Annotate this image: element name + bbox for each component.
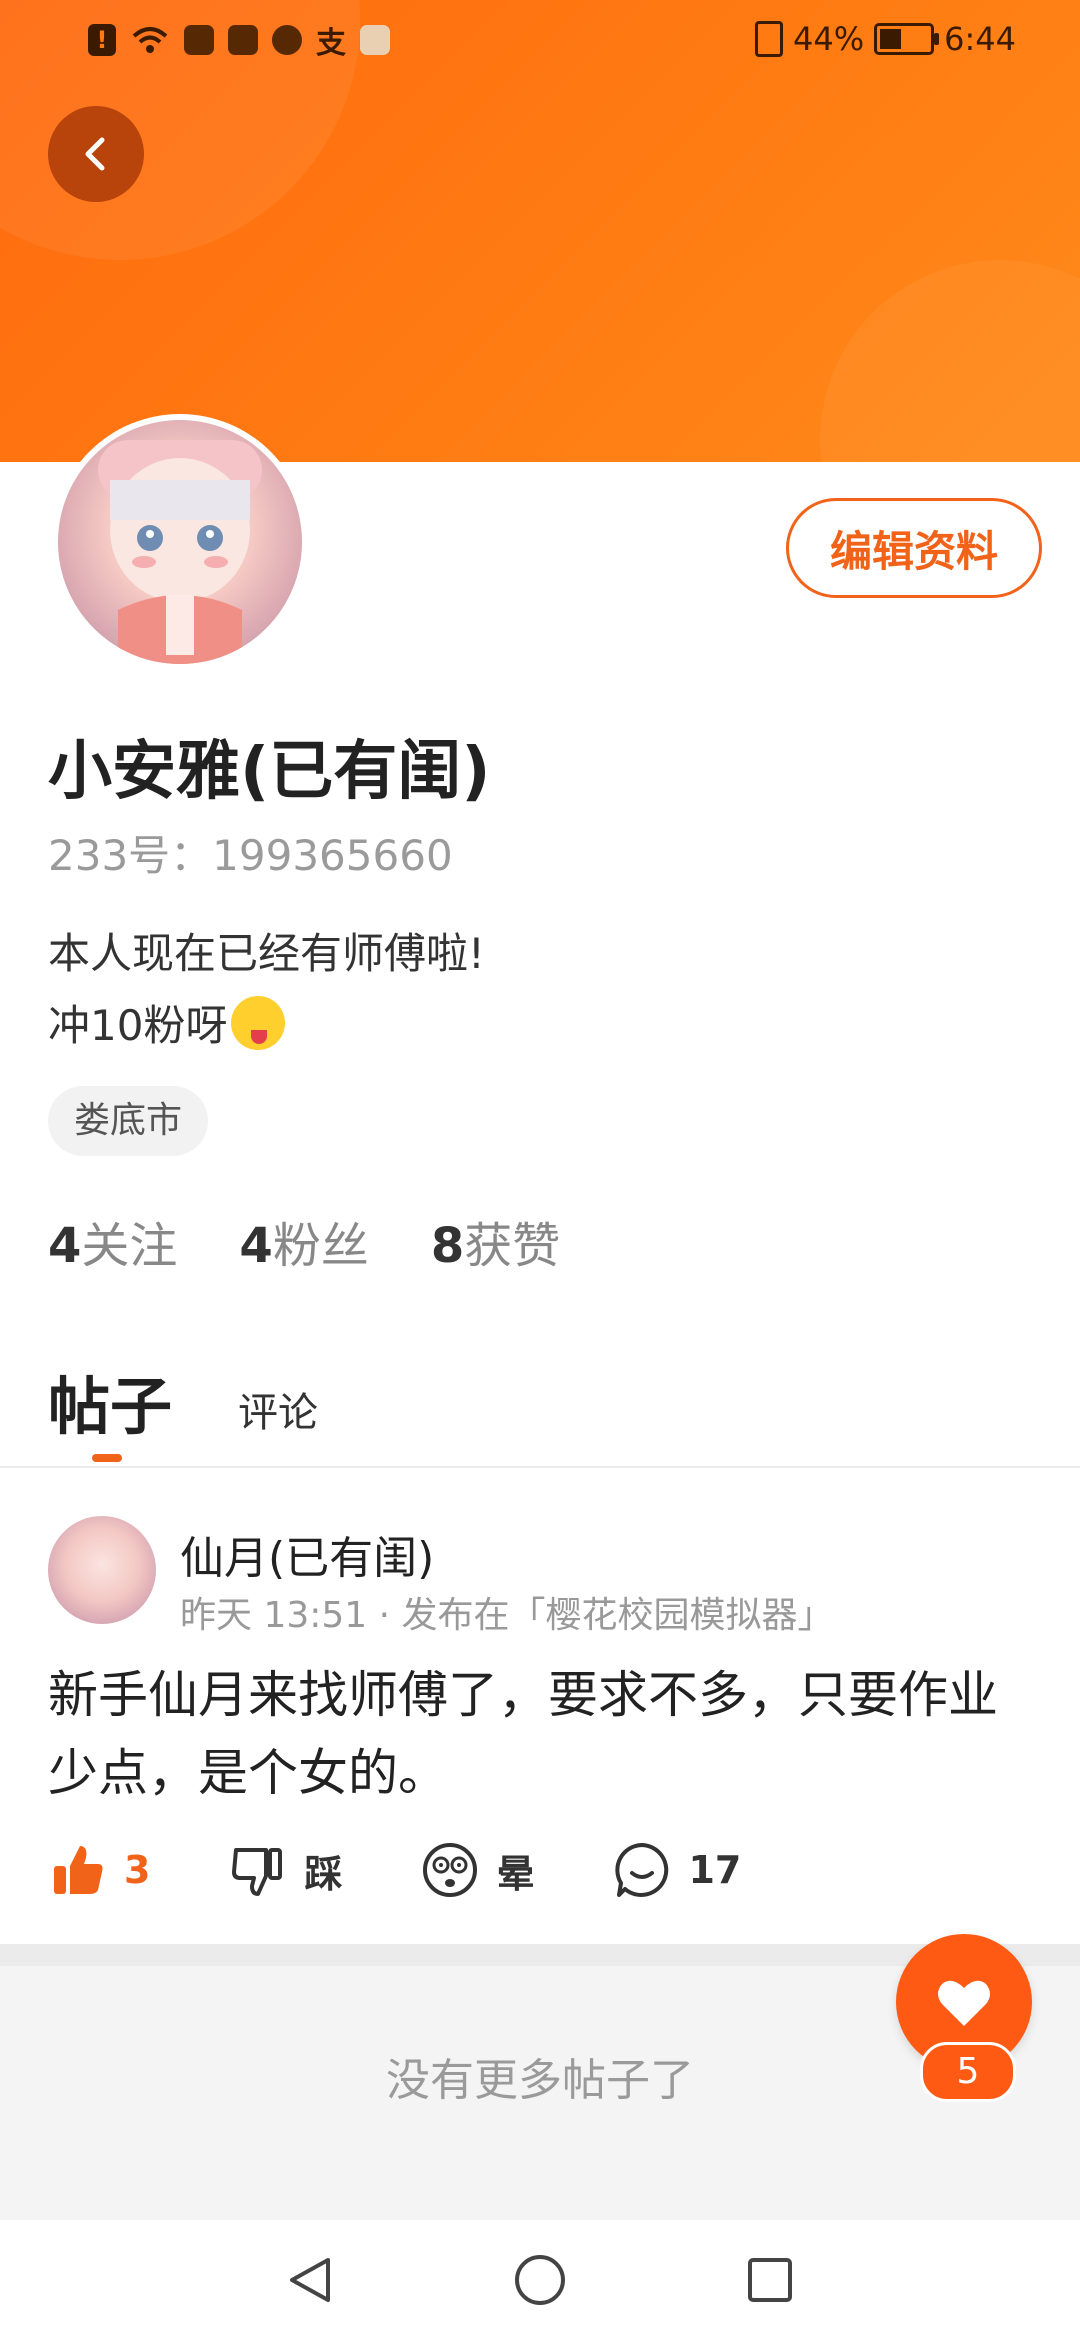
dislike-button[interactable]: 踩 bbox=[228, 1840, 342, 1900]
no-more-posts-text: 没有更多帖子了 bbox=[386, 2055, 694, 2106]
app-notification-icon bbox=[184, 25, 214, 55]
nav-recents-button[interactable] bbox=[740, 2250, 800, 2310]
vibrate-icon bbox=[755, 21, 784, 57]
post-author-avatar[interactable] bbox=[48, 1516, 156, 1624]
alipay-icon: 支 bbox=[316, 26, 346, 61]
like-button[interactable]: 3 bbox=[48, 1840, 150, 1900]
stat-label: 关注 bbox=[81, 1218, 178, 1274]
home-circle-icon bbox=[515, 2255, 565, 2305]
active-tab-indicator bbox=[92, 1454, 122, 1462]
stat-label: 粉丝 bbox=[272, 1218, 369, 1274]
chevron-left-icon bbox=[85, 137, 105, 171]
stat-number: 4 bbox=[48, 1218, 82, 1274]
tab-comments[interactable]: 评论 bbox=[238, 1380, 318, 1446]
tongue-emoji-icon bbox=[231, 996, 286, 1050]
battery-percent: 44% bbox=[793, 20, 865, 58]
thumbs-down-icon bbox=[228, 1840, 288, 1900]
bio-line: 冲10粉呀 bbox=[48, 1001, 228, 1050]
heart-icon bbox=[938, 1980, 990, 2026]
comment-button[interactable]: 17 bbox=[612, 1840, 741, 1900]
nav-back-button[interactable] bbox=[280, 2250, 340, 2310]
edit-profile-button[interactable]: 编辑资料 bbox=[786, 498, 1042, 598]
post-card[interactable]: 仙月(已有闺) 昨天 13:51 · 发布在「樱花校园模拟器」 新手仙月来找师傅… bbox=[0, 1480, 1080, 1944]
alert-icon: ! bbox=[88, 24, 116, 56]
clock: 6:44 bbox=[944, 20, 1016, 58]
profile-tabs: 帖子 评论 bbox=[48, 1356, 318, 1446]
battery-level bbox=[880, 29, 902, 49]
profile-stats: 4关注 4粉丝 8获赞 bbox=[48, 1206, 560, 1276]
notification-icons: ! 支 bbox=[88, 18, 390, 62]
post-body[interactable]: 新手仙月来找师傅了，要求不多，只要作业少点，是个女的。 bbox=[48, 1656, 1038, 1812]
post-author-name[interactable]: 仙月(已有闺) bbox=[180, 1522, 434, 1586]
app-notification-icon bbox=[228, 25, 258, 55]
app-notification-icon bbox=[360, 25, 390, 55]
recents-square-icon bbox=[748, 2258, 792, 2302]
comment-bubble-icon bbox=[612, 1840, 672, 1900]
fab-count-badge: 5 bbox=[920, 2042, 1016, 2102]
system-status: 44% 6:44 bbox=[755, 20, 1016, 58]
nav-home-button[interactable] bbox=[510, 2250, 570, 2310]
bio-line-with-emoji: 冲10粉呀 bbox=[48, 990, 485, 1062]
dislike-label: 踩 bbox=[304, 1851, 343, 1896]
stat-likes[interactable]: 8获赞 bbox=[431, 1206, 560, 1276]
profile-uid: 233号：199365660 bbox=[48, 831, 453, 880]
app-notification-icon bbox=[272, 25, 302, 55]
thumbs-up-icon bbox=[48, 1840, 108, 1900]
dizzy-label: 晕 bbox=[496, 1851, 535, 1896]
dizzy-face-icon bbox=[420, 1840, 480, 1900]
back-triangle-icon bbox=[290, 2258, 330, 2302]
like-count: 3 bbox=[124, 1848, 151, 1892]
battery-icon bbox=[874, 23, 940, 55]
post-meta: 昨天 13:51 · 发布在「樱花校园模拟器」 bbox=[180, 1595, 834, 1636]
back-button[interactable] bbox=[48, 106, 144, 202]
stat-number: 4 bbox=[239, 1218, 273, 1274]
avatar-image bbox=[58, 420, 302, 664]
location-tag: 娄底市 bbox=[48, 1086, 209, 1156]
stat-label: 获赞 bbox=[464, 1218, 561, 1274]
comment-count: 17 bbox=[688, 1848, 742, 1892]
stat-followers[interactable]: 4粉丝 bbox=[239, 1206, 368, 1276]
system-navigation-bar bbox=[0, 2220, 1080, 2340]
profile-name: 小安雅(已有闺) bbox=[48, 735, 491, 809]
avatar-illustration bbox=[98, 440, 262, 664]
stat-following[interactable]: 4关注 bbox=[48, 1206, 177, 1276]
dizzy-button[interactable]: 晕 bbox=[420, 1840, 534, 1900]
post-actions: 3 踩 晕 17 bbox=[48, 1840, 819, 1900]
stat-number: 8 bbox=[430, 1218, 465, 1274]
tab-posts[interactable]: 帖子 bbox=[48, 1356, 172, 1446]
profile-avatar[interactable] bbox=[52, 414, 308, 670]
header-decoration bbox=[820, 260, 1080, 462]
bio-line: 本人现在已经有师傅啦! bbox=[48, 929, 485, 978]
status-bar: ! 支 44% 6:44 bbox=[0, 0, 1080, 80]
profile-bio: 本人现在已经有师傅啦! 冲10粉呀 bbox=[48, 918, 485, 1062]
wifi-icon bbox=[132, 27, 168, 53]
divider bbox=[0, 1466, 1080, 1468]
